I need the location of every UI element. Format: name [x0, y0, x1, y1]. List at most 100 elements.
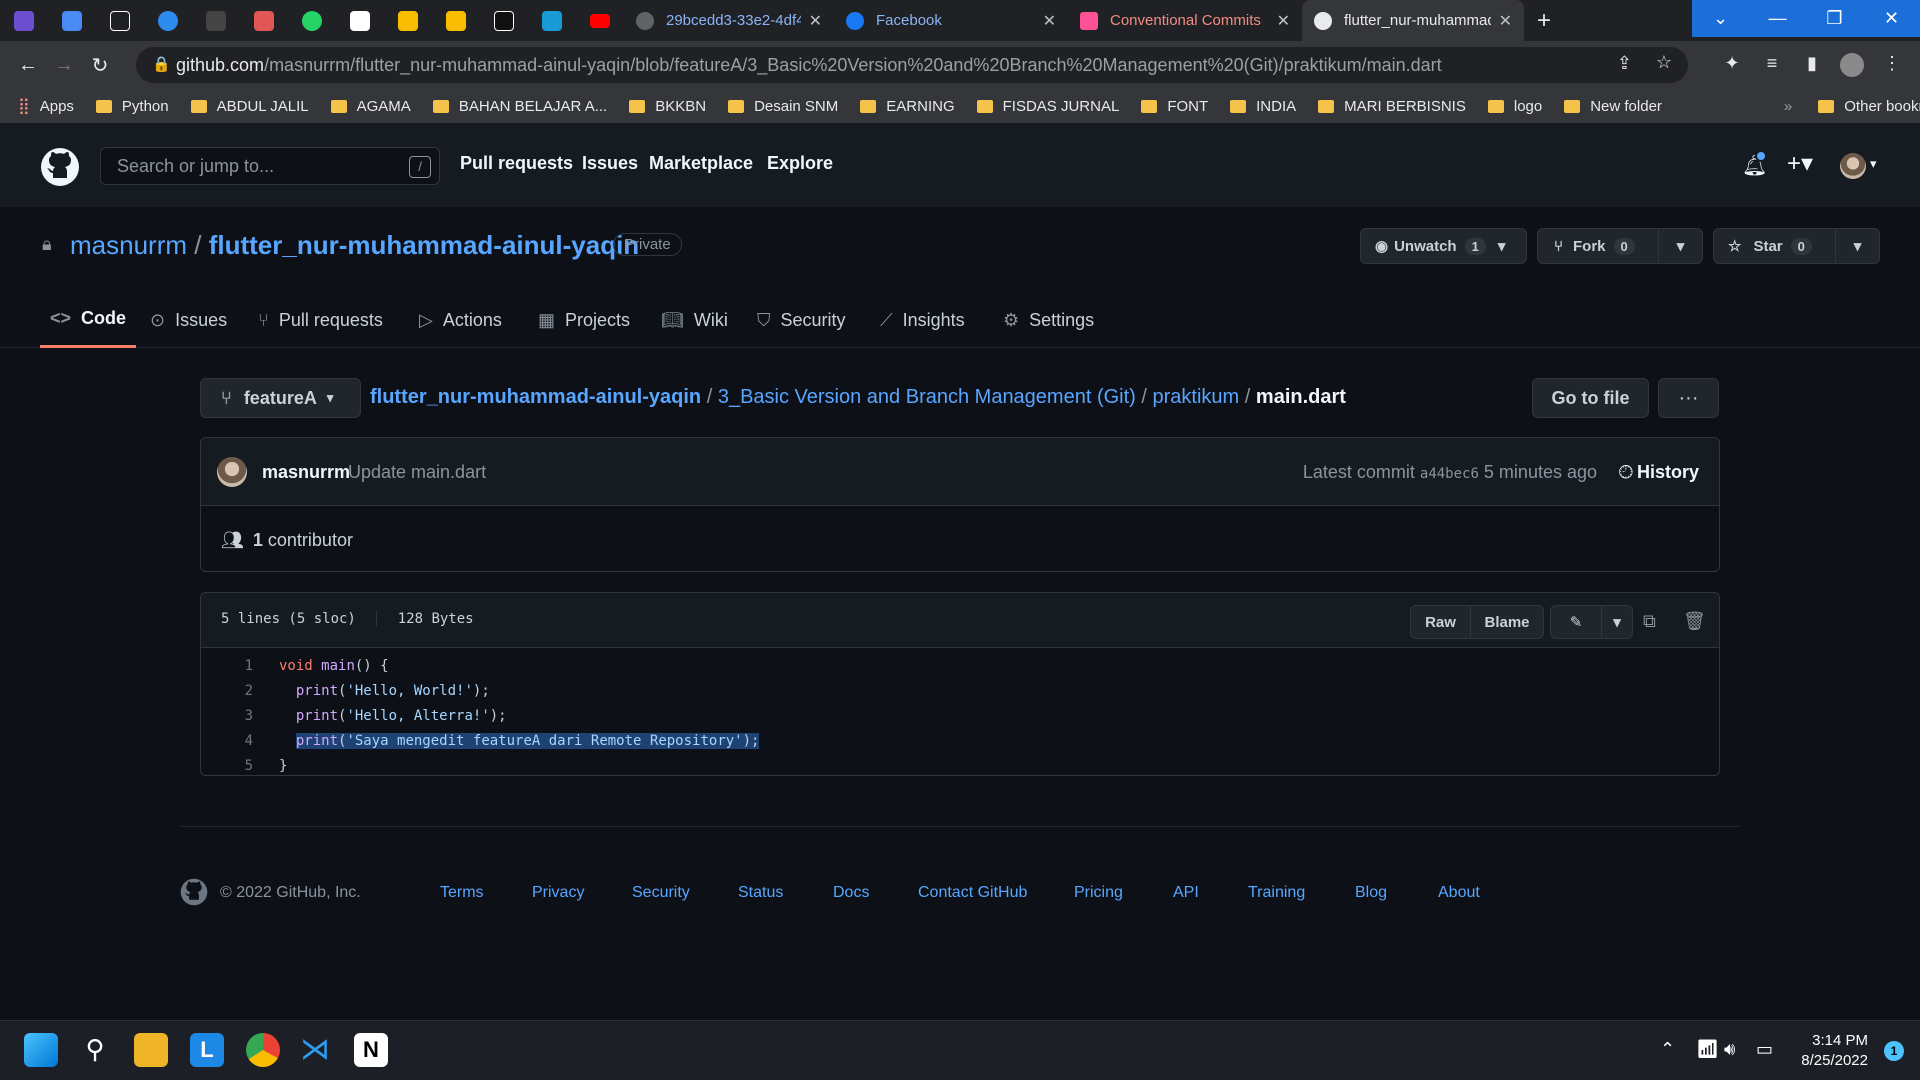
avatar[interactable]: [217, 457, 247, 487]
bookmark-folder[interactable]: AGAMA: [330, 98, 411, 115]
tab-github-active[interactable]: flutter_nur-muhammad ✕: [1302, 0, 1524, 41]
address-bar[interactable]: 🔒 github.com/masnurrm/flutter_nur-muhamm…: [136, 47, 1688, 83]
share-icon[interactable]: ⇪: [1617, 53, 1632, 74]
breadcrumb-folder-link[interactable]: 3_Basic Version and Branch Management (G…: [718, 386, 1136, 408]
pinned-tab-r[interactable]: [480, 0, 528, 41]
star-button[interactable]: ☆ Star 0 ▾: [1713, 228, 1880, 264]
chrome-icon[interactable]: [246, 1033, 280, 1067]
line-number[interactable]: 4: [201, 733, 253, 749]
pinned-tab-slides[interactable]: [336, 0, 384, 41]
repo-name-link[interactable]: flutter_nur-muhammad-ainul-yaqin: [209, 230, 639, 260]
tab-projects[interactable]: ▦ Projects: [538, 292, 630, 348]
pinned-tab-7[interactable]: [96, 0, 144, 41]
unwatch-button[interactable]: ◉ Unwatch 1 ▾: [1360, 228, 1527, 264]
footer-link-status[interactable]: Status: [738, 884, 783, 902]
nav-marketplace[interactable]: Marketplace: [649, 153, 753, 174]
more-options-button[interactable]: ···: [1658, 378, 1719, 418]
close-icon[interactable]: ✕: [1043, 11, 1056, 31]
tab-conventional-commits[interactable]: Conventional Commits ✕: [1068, 0, 1302, 41]
bookmark-folder[interactable]: FISDAS JURNAL: [976, 98, 1119, 115]
breadcrumb-repo-link[interactable]: flutter_nur-muhammad-ainul-yaqin: [370, 386, 701, 408]
windows-start-icon[interactable]: [24, 1033, 58, 1067]
bookmark-folder[interactable]: BKKBN: [629, 98, 706, 115]
extensions-icon[interactable]: ✦: [1720, 53, 1744, 77]
plus-icon[interactable]: +▾: [1787, 149, 1813, 178]
search-icon[interactable]: ⚲: [78, 1033, 112, 1067]
other-bookmarks[interactable]: Other bookmarks: [1818, 98, 1920, 115]
menu-icon[interactable]: ⋮: [1880, 53, 1904, 77]
tab-settings[interactable]: ⚙ Settings: [1003, 292, 1094, 348]
edit-dropdown-button[interactable]: ▾: [1601, 605, 1633, 639]
line-number[interactable]: 3: [201, 708, 253, 724]
tab-actions[interactable]: ▷ Actions: [419, 292, 502, 348]
star-bookmark-icon[interactable]: ☆: [1656, 52, 1672, 73]
bookmark-folder[interactable]: Python: [95, 98, 169, 115]
side-panel-icon[interactable]: ▮: [1800, 53, 1824, 77]
reload-button[interactable]: ↻: [82, 53, 118, 78]
bookmark-apps[interactable]: ⣿ Apps: [18, 96, 74, 116]
trash-icon[interactable]: 🗑︎: [1683, 611, 1706, 632]
pinned-tab-youtube[interactable]: [576, 0, 624, 41]
commit-author-link[interactable]: masnurrm: [262, 462, 350, 483]
commit-sha-link[interactable]: a44bec6: [1420, 466, 1479, 482]
line-number[interactable]: 1: [201, 658, 253, 674]
tab-facebook[interactable]: Facebook ✕: [834, 0, 1068, 41]
bookmark-folder[interactable]: EARNING: [860, 98, 955, 115]
github-logo-icon[interactable]: [40, 147, 80, 187]
bookmark-folder[interactable]: BAHAN BELAJAR A...: [432, 98, 607, 115]
app-l-icon[interactable]: L: [190, 1033, 224, 1067]
footer-link-contact[interactable]: Contact GitHub: [918, 884, 1027, 902]
tab-wiki[interactable]: 📖︎ Wiki: [661, 292, 728, 348]
pinned-tab-cloud[interactable]: [144, 0, 192, 41]
footer-link-terms[interactable]: Terms: [440, 884, 484, 902]
pinned-tab-docs[interactable]: [48, 0, 96, 41]
restore-button[interactable]: ❐: [1806, 0, 1863, 37]
edit-pencil-button[interactable]: ✎: [1550, 605, 1602, 639]
user-avatar[interactable]: [1840, 153, 1866, 179]
bookmark-folder[interactable]: INDIA: [1230, 98, 1296, 115]
branch-select-button[interactable]: ⑂ featureA ▾: [200, 378, 361, 418]
history-link[interactable]: 🕘︎ History: [1619, 462, 1699, 483]
footer-link-security[interactable]: Security: [632, 884, 690, 902]
back-button[interactable]: ←: [10, 54, 46, 77]
wifi-icon[interactable]: 📶︎: [1696, 1039, 1719, 1060]
bookmark-folder[interactable]: FONT: [1141, 98, 1208, 115]
fork-dropdown[interactable]: ▾: [1658, 229, 1702, 263]
new-tab-button[interactable]: +: [1524, 7, 1564, 35]
close-icon[interactable]: ✕: [1277, 11, 1290, 31]
tab-code[interactable]: <> Code: [40, 292, 137, 348]
file-explorer-icon[interactable]: [134, 1033, 168, 1067]
blame-button[interactable]: Blame: [1470, 605, 1544, 639]
bookmark-folder[interactable]: New folder: [1564, 98, 1662, 115]
nav-pull-requests[interactable]: Pull requests: [460, 153, 573, 174]
pinned-tab-keep-2[interactable]: [432, 0, 480, 41]
pinned-tab-notes[interactable]: [240, 0, 288, 41]
nav-explore[interactable]: Explore: [767, 153, 833, 174]
pinned-tab-whatsapp[interactable]: [288, 0, 336, 41]
tab-issues[interactable]: ⊙ Issues: [150, 292, 227, 348]
tab-pull-requests[interactable]: ⑂ Pull requests: [258, 292, 383, 348]
bookmark-folder[interactable]: ABDUL JALIL: [190, 98, 309, 115]
contributors-row[interactable]: 👥︎ 1 contributor: [221, 530, 353, 551]
chevron-up-icon[interactable]: ⌃: [1660, 1039, 1675, 1060]
chevron-down-icon[interactable]: ▾: [1870, 156, 1877, 172]
forward-button[interactable]: →: [46, 54, 82, 77]
line-number[interactable]: 2: [201, 683, 253, 699]
tab-uuid[interactable]: 29bcedd3-33e2-4df4-a ✕: [624, 0, 834, 41]
pinned-tab-gear[interactable]: [528, 0, 576, 41]
close-window-button[interactable]: ✕: [1863, 0, 1920, 37]
volume-icon[interactable]: 🔊︎: [1724, 1039, 1735, 1060]
footer-link-privacy[interactable]: Privacy: [532, 884, 584, 902]
footer-link-about[interactable]: About: [1438, 884, 1480, 902]
notion-icon[interactable]: N: [354, 1033, 388, 1067]
reading-list-icon[interactable]: ≡: [1760, 53, 1784, 77]
profile-avatar[interactable]: [1840, 53, 1864, 77]
notification-badge[interactable]: 1: [1884, 1041, 1904, 1061]
close-icon[interactable]: ✕: [809, 11, 822, 31]
repo-owner-link[interactable]: masnurrm: [70, 230, 187, 260]
go-to-file-button[interactable]: Go to file: [1532, 378, 1649, 418]
tab-security[interactable]: ⛉ Security: [757, 292, 846, 348]
footer-link-docs[interactable]: Docs: [833, 884, 869, 902]
bookmarks-overflow[interactable]: »: [1784, 98, 1792, 115]
footer-link-pricing[interactable]: Pricing: [1074, 884, 1123, 902]
